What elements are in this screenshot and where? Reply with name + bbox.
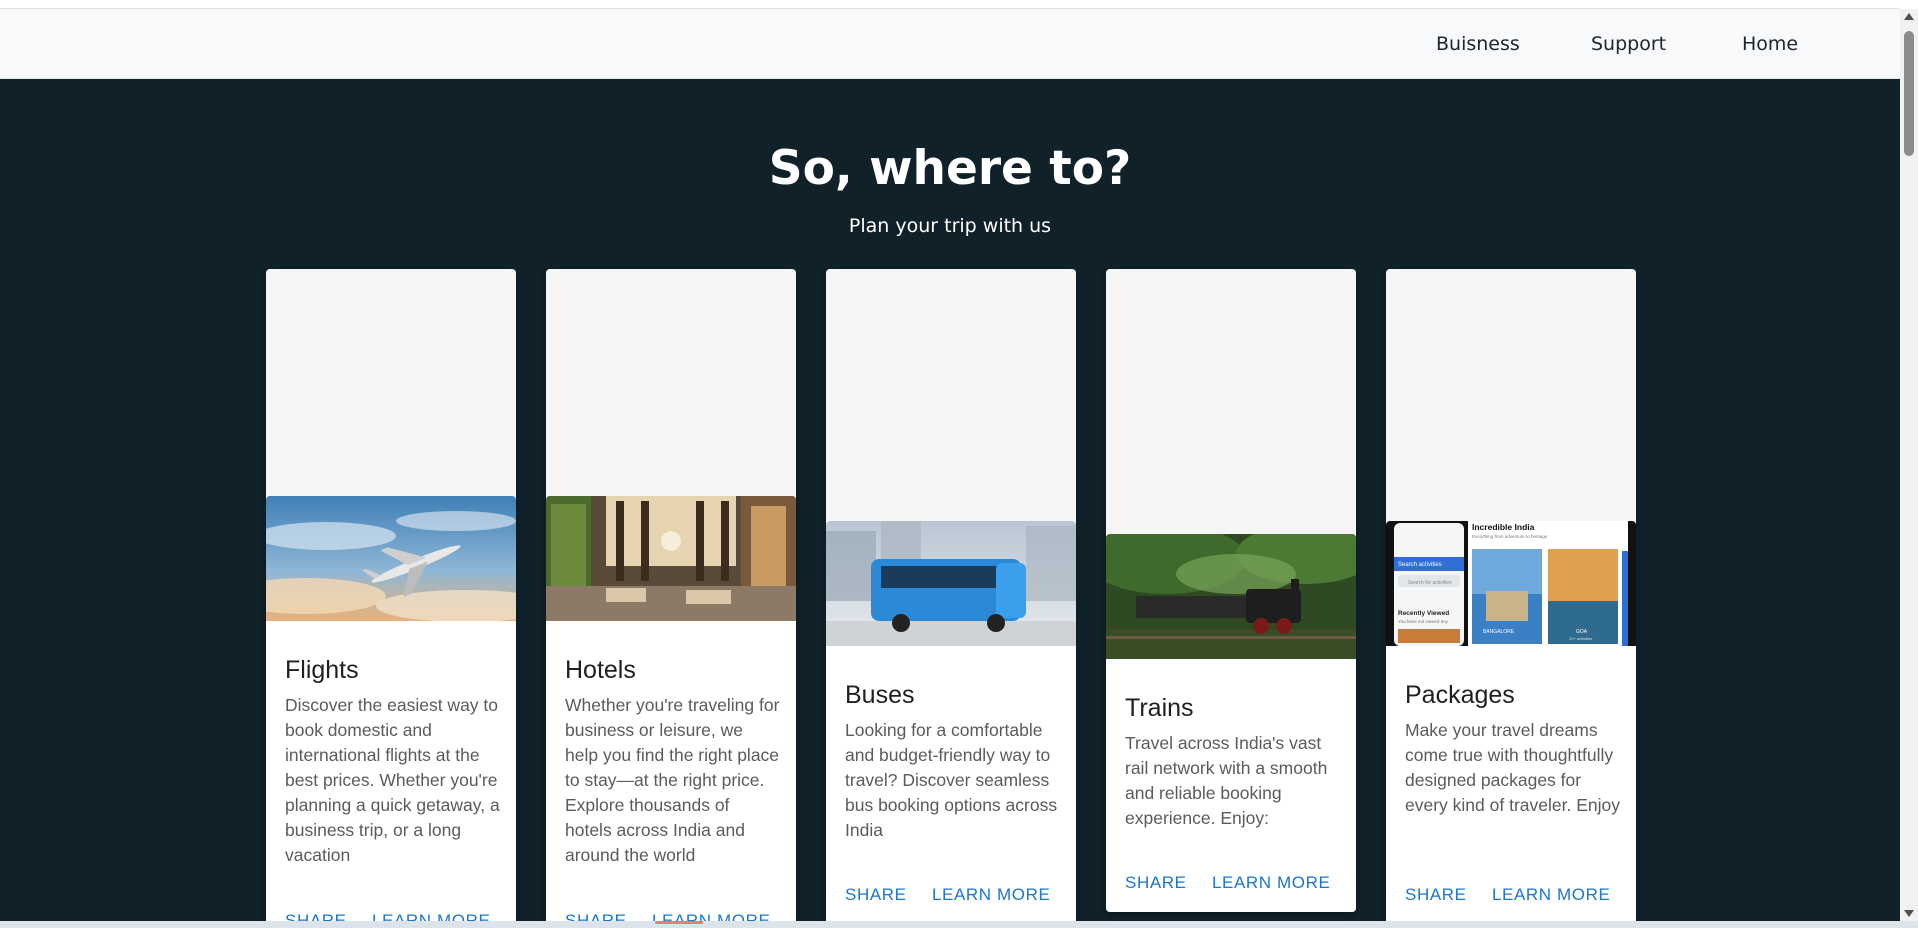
- packages-search-activities-text: Search activities: [1398, 562, 1442, 568]
- learn-more-button[interactable]: LEARN MORE: [652, 911, 770, 921]
- learn-more-button[interactable]: LEARN MORE: [372, 911, 490, 921]
- nav-link-home[interactable]: Home: [1742, 33, 1798, 55]
- card-packages: Search activities Search for activities …: [1386, 269, 1636, 921]
- scroll-up-arrow-icon[interactable]: [1904, 13, 1914, 20]
- bus-image: [826, 521, 1076, 646]
- packages-city-1-text: BANGALORE: [1483, 629, 1515, 635]
- hero-section: So, where to? Plan your trip with us Fli…: [0, 79, 1900, 921]
- share-button[interactable]: SHARE: [845, 885, 907, 905]
- card-description: Looking for a comfortable and budget-fri…: [845, 720, 1058, 840]
- packages-recent-note-text: You have not viewed any: [1398, 619, 1449, 624]
- scroll-down-arrow-icon[interactable]: [1904, 910, 1914, 917]
- nav-link-support[interactable]: Support: [1591, 33, 1666, 55]
- hero-subtitle: Plan your trip with us: [848, 215, 1052, 237]
- card-title: Flights: [285, 656, 359, 684]
- card-description: Whether you're traveling for business or…: [565, 695, 780, 865]
- card-title: Trains: [1125, 694, 1194, 722]
- learn-more-button[interactable]: LEARN MORE: [1212, 873, 1330, 893]
- train-image: [1106, 534, 1356, 659]
- vertical-scrollbar[interactable]: [1900, 9, 1918, 921]
- packages-city-2-sub-text: 20+ activities: [1569, 636, 1592, 641]
- share-button[interactable]: SHARE: [1405, 885, 1467, 905]
- share-button[interactable]: SHARE: [1125, 873, 1187, 893]
- card-trains: Trains Travel across India's vast rail n…: [1106, 269, 1356, 912]
- card-description: Discover the easiest way to book domesti…: [285, 695, 500, 865]
- top-navbar: Buisness Support Home: [0, 9, 1900, 79]
- packages-recently-viewed-text: Recently Viewed: [1398, 610, 1449, 617]
- hero-title: So, where to?: [768, 141, 1132, 196]
- card-title: Packages: [1405, 681, 1515, 709]
- card-buses: Buses Looking for a comfortable and budg…: [826, 269, 1076, 921]
- share-button[interactable]: SHARE: [285, 911, 347, 921]
- browser-bottom-edge: [0, 921, 1918, 928]
- bottom-accent-mark: [655, 921, 703, 924]
- packages-heading-text: Incredible India: [1472, 522, 1535, 532]
- packages-tagline-text: Everything from adventure to heritage: [1472, 534, 1548, 539]
- share-button[interactable]: SHARE: [565, 911, 627, 921]
- card-flights: Flights Discover the easiest way to book…: [266, 269, 516, 921]
- packages-app-image: Search activities Search for activities …: [1386, 521, 1636, 646]
- packages-search-placeholder-text: Search for activities: [1408, 580, 1452, 586]
- card-description: Make your travel dreams come true with t…: [1405, 720, 1620, 815]
- learn-more-button[interactable]: LEARN MORE: [1492, 885, 1610, 905]
- card-hotels: Hotels Whether you're traveling for busi…: [546, 269, 796, 921]
- packages-city-2-text: GOA: [1576, 629, 1588, 635]
- nav-link-business[interactable]: Buisness: [1436, 33, 1520, 55]
- browser-top-edge: [0, 0, 1900, 9]
- scroll-thumb[interactable]: [1904, 31, 1914, 156]
- hotel-lobby-image: [546, 496, 796, 621]
- airplane-image: [266, 496, 516, 621]
- card-title: Hotels: [565, 656, 636, 684]
- card-title: Buses: [845, 681, 915, 709]
- learn-more-button[interactable]: LEARN MORE: [932, 885, 1050, 905]
- card-description: Travel across India's vast rail network …: [1125, 733, 1328, 828]
